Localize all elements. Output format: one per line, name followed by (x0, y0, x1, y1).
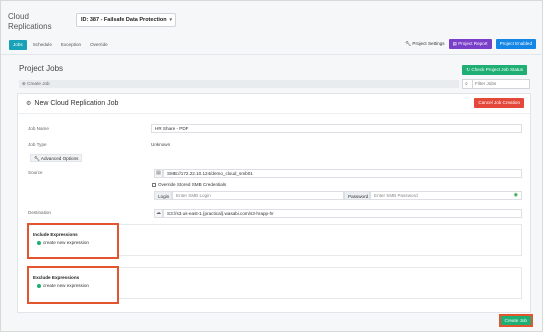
create-job-button[interactable]: Create Job (498, 314, 533, 327)
advanced-options-label: Advanced Options (40, 156, 79, 161)
plus-circle-icon: ⊕ (22, 81, 26, 86)
include-create-expression-label: create new expression (43, 240, 89, 245)
project-select[interactable]: ID: 387 - Failsafe Data Protection ▾ (76, 13, 176, 27)
server-icon: ▤ (154, 169, 163, 178)
include-expressions-title: Include Expressions (33, 232, 78, 237)
search-icon: ⌕ (465, 81, 468, 87)
source-label: Source (28, 170, 43, 175)
project-settings-label: Project Settings (412, 41, 445, 46)
password-placeholder: Enter SMB Password (374, 193, 418, 198)
project-select-value: ID: 387 - Failsafe Data Protection (81, 17, 167, 23)
advanced-options-button[interactable]: 🔧︎ Advanced Options (30, 154, 83, 162)
source-input[interactable]: SMB://172.22.10.124/demo_cloud_smb01 (163, 169, 522, 178)
header-divider (1, 54, 543, 55)
include-create-expression-link[interactable]: create new expression (37, 240, 89, 245)
include-expressions-box: Include Expressions create new expressio… (27, 223, 119, 259)
project-enabled-button[interactable]: Project Enabled (495, 39, 536, 49)
cloud-icon: ☁ (154, 209, 163, 218)
login-label: Login (154, 191, 172, 200)
gear-icon: ⚙ (26, 101, 32, 107)
password-label: Password (344, 191, 370, 200)
destination-label: Destination (28, 210, 51, 215)
wrench-icon: 🔧︎ (34, 156, 40, 161)
header-actions: 🔧︎ Project Settings ▤ Project Report Pro… (405, 39, 536, 49)
app-title: Cloud Replications (8, 12, 52, 32)
project-report-button[interactable]: ▤ Project Report (448, 39, 492, 49)
cancel-job-creation-button[interactable]: Cancel Job Creation (474, 98, 524, 108)
tab-exception[interactable]: Exception (58, 40, 84, 50)
check-job-status-button[interactable]: ↻ Check Project Job Status (462, 65, 527, 75)
destination-input[interactable]: S3://s3.us-east-1.{practical}.wasabi.com… (163, 209, 522, 218)
filter-divider (472, 80, 473, 88)
check-job-status-label: Check Project Job Status (471, 67, 523, 72)
credentials-row: Login Enter SMB Login Password Enter SMB… (154, 191, 522, 200)
override-credentials-label: Override Stored SMB Credentials (158, 182, 227, 187)
refresh-icon: ↻ (466, 67, 471, 72)
exclude-expressions-title: Exclude Expressions (33, 275, 80, 280)
tab-bar: Jobs Schedule Exception Override (9, 40, 111, 50)
exclude-create-expression-link[interactable]: create new expression (37, 283, 89, 288)
tab-schedule[interactable]: Schedule (30, 40, 55, 50)
create-job-link[interactable]: ⊕ Create Job (19, 80, 459, 88)
password-input[interactable]: Enter SMB Password ◉ (370, 191, 522, 200)
card-title-text: New Cloud Replication Job (34, 100, 119, 107)
card-divider (18, 113, 532, 114)
include-expressions-panel (118, 224, 522, 256)
plus-circle-icon (37, 283, 41, 288)
job-type-label: Job Type (28, 142, 47, 147)
filter-jobs-input[interactable]: ⌕ Filter Jobs (462, 79, 530, 89)
job-name-label: Job Name (28, 126, 49, 131)
app-title-line1: Cloud (8, 12, 29, 21)
job-type-value: Unknown (151, 142, 171, 147)
job-name-input[interactable]: HR Share - PDF (151, 124, 522, 133)
eye-icon[interactable]: ◉ (514, 192, 521, 199)
override-credentials-checkbox[interactable] (152, 182, 156, 187)
page-title: Project Jobs (19, 64, 64, 73)
card-title: ⚙ New Cloud Replication Job (26, 100, 118, 107)
app-window: Cloud Replications ID: 387 - Failsafe Da… (0, 0, 543, 332)
app-title-line2: Replications (8, 22, 52, 31)
exclude-expressions-panel (118, 267, 522, 299)
filter-placeholder: Filter Jobs (475, 81, 497, 86)
new-job-card: ⚙ New Cloud Replication Job Cancel Job Cr… (17, 93, 532, 313)
plus-circle-icon (37, 240, 41, 245)
project-settings-button[interactable]: 🔧︎ Project Settings (405, 39, 444, 49)
wrench-icon: 🔧︎ (405, 41, 412, 46)
chevron-down-icon: ▾ (169, 17, 172, 23)
exclude-create-expression-label: create new expression (43, 283, 89, 288)
login-input[interactable]: Enter SMB Login (172, 191, 344, 200)
project-report-label: Project Report (458, 41, 488, 46)
tab-override[interactable]: Override (87, 40, 111, 50)
report-icon: ▤ (452, 41, 457, 46)
tab-jobs[interactable]: Jobs (9, 40, 27, 50)
override-credentials-row: Override Stored SMB Credentials (152, 182, 226, 187)
create-job-label: Create Job (27, 81, 50, 86)
exclude-expressions-box: Exclude Expressions create new expressio… (27, 266, 119, 304)
